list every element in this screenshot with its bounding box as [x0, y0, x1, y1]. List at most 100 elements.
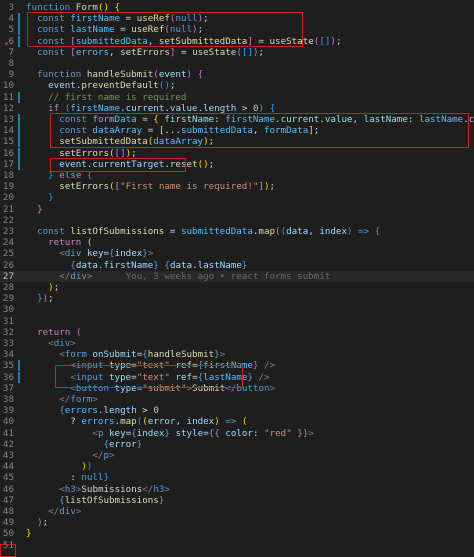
code-token: value [324, 114, 353, 125]
code-line[interactable]: 8 [0, 58, 474, 69]
code-token: onSubmit [92, 349, 137, 361]
code-line[interactable]: 46 <h3>Submissions</h3> [0, 484, 474, 495]
code-token: = [164, 226, 181, 237]
code-text: <input type="text" ref={lastName} /> [26, 371, 269, 383]
code-token: value [169, 102, 198, 114]
code-line[interactable]: 28 ); [0, 282, 474, 293]
code-line[interactable]: 49 ); [0, 517, 474, 528]
code-token: div [64, 248, 87, 260]
code-line[interactable]: 9 function handleSubmit(event) { [0, 69, 474, 80]
code-token: </ [48, 506, 60, 517]
code-text: } [26, 204, 43, 215]
code-token: </ [59, 270, 71, 282]
code-line[interactable]: 15 setSubmittedData(dataArray); [0, 136, 474, 148]
code-token: errors [64, 405, 98, 417]
code-line[interactable]: 36 <input type="text" ref={lastName} /> [0, 371, 474, 383]
code-line[interactable]: 21 } [0, 204, 474, 215]
code-text: <div> [26, 338, 76, 349]
code-line[interactable]: 29 }); [0, 293, 474, 304]
code-line[interactable]: 38 </form> [0, 394, 474, 405]
git-change-marker [18, 136, 20, 148]
code-line[interactable]: 32 return ( [0, 327, 474, 338]
code-token: lastName [197, 259, 242, 271]
line-number: 19 [2, 181, 14, 193]
code-text: const lastName = useRef(null); [26, 24, 203, 35]
code-line[interactable]: 42 {error} [0, 439, 474, 450]
code-line[interactable]: 27 </div> You, 3 weeks ago • react forms… [0, 270, 474, 282]
code-line[interactable]: 34 <form onSubmit={handleSubmit}> [0, 349, 474, 360]
code-line[interactable]: 10 event.preventDefault(); [0, 80, 474, 91]
code-text: <div key={index}> [26, 248, 153, 259]
code-line[interactable]: 11 // first name is required [0, 91, 474, 103]
code-line[interactable]: 7 const [errors, setErrors] = useState([… [0, 41, 474, 58]
code-line[interactable]: 47 {listOfSubmissions} [0, 495, 474, 506]
code-token: ... [164, 125, 181, 137]
code-line[interactable]: 23 const listOfSubmissions = submittedDa… [0, 226, 474, 237]
code-line[interactable]: 44 )) [0, 461, 474, 472]
code-token: const [37, 46, 71, 58]
code-token: { [192, 69, 204, 81]
code-text: </div> You, 3 weeks ago • react forms su… [26, 271, 330, 282]
code-line[interactable]: 35 <input type="text" ref={firstName} /> [0, 360, 474, 372]
code-line[interactable]: 17 event.currentTarget.reset(); [0, 158, 474, 170]
code-text: } else { [26, 170, 92, 181]
code-token: index [114, 248, 143, 260]
code-line[interactable]: 50} [0, 528, 474, 539]
git-change-marker [18, 360, 20, 372]
code-token: ; [258, 46, 265, 58]
line-number: 12 [2, 102, 14, 114]
code-line[interactable]: 41 <p key={index} style={{ color: "red" … [0, 428, 474, 439]
code-line[interactable]: 43 </p> [0, 450, 474, 461]
code-token: setErrors [59, 181, 109, 193]
code-text: {error} [26, 439, 142, 450]
code-line[interactable]: 37 <button type="submit">Submit</button> [0, 383, 474, 394]
code-line[interactable]: 26 {data.firstName} {data.lastName} [0, 260, 474, 271]
line-number: 32 [2, 326, 14, 338]
code-line[interactable]: 3 function Form() { [0, 2, 474, 13]
code-line[interactable]: 39 {errors.length > 0 [0, 405, 474, 416]
code-token: setErrors [59, 147, 109, 159]
code-line[interactable]: 5 const lastName = useRef(null); [0, 24, 474, 36]
code-line[interactable]: 6 const [submittedData, setSubmittedData… [0, 35, 474, 47]
code-line[interactable]: 13 const formData = { firstName: firstNa… [0, 114, 474, 125]
code-token: h3 [64, 483, 76, 495]
line-number: 16 [2, 147, 14, 159]
code-token: : [407, 114, 419, 125]
code-token: firstName [70, 13, 121, 25]
code-line[interactable]: 31 [0, 316, 474, 327]
code-line[interactable]: 45 : null} [0, 472, 474, 483]
code-text: setErrors([]); [26, 148, 137, 159]
code-token: ; [208, 158, 215, 170]
code-token: ( [75, 326, 82, 338]
code-line[interactable]: 40 ? errors.map((error, index) => ( [0, 416, 474, 427]
code-line[interactable]: 16 setErrors([]); [0, 147, 474, 159]
code-text: }); [26, 293, 54, 304]
code-token: data [286, 226, 309, 237]
code-line[interactable]: 18 } else { [0, 170, 474, 181]
code-line[interactable]: 48 </div> [0, 506, 474, 517]
code-line[interactable]: 14 const dataArray = [...submittedData, … [0, 125, 474, 137]
code-line[interactable]: 33 <div> [0, 338, 474, 349]
code-line[interactable]: 22 [0, 215, 474, 226]
code-line[interactable]: 20 } [0, 192, 474, 203]
code-token: } [291, 427, 303, 439]
code-token: => [352, 226, 375, 237]
code-token: "text" [136, 371, 170, 383]
code-token: > [109, 450, 115, 461]
code-line[interactable]: 24 return ( [0, 237, 474, 248]
code-line[interactable]: 12 if (firstName.current.value.length > … [0, 103, 474, 114]
code-line[interactable]: 19 setErrors(["First name is required!"]… [0, 181, 474, 192]
code-line[interactable]: 25 <div key={index}> [0, 248, 474, 259]
line-number: 21 [2, 203, 14, 215]
code-editor[interactable]: 3 function Form() {4 const firstName = us… [0, 0, 474, 557]
code-line[interactable]: 30 [0, 304, 474, 315]
code-line[interactable]: 4 const firstName = useRef(null); [0, 13, 474, 25]
code-token: > [164, 483, 170, 495]
code-line[interactable]: 51 [0, 540, 474, 551]
code-token: listOfSubmissions [64, 494, 159, 506]
